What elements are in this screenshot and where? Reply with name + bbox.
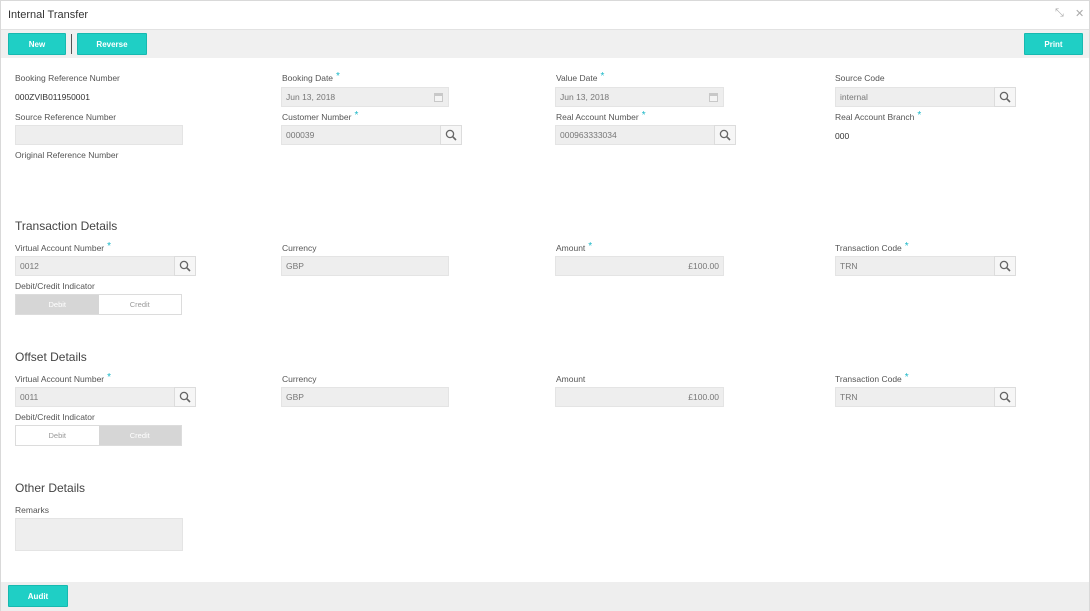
offset-credit-option[interactable]: Credit bbox=[98, 426, 181, 445]
transaction-virtual-account-value: 0012 bbox=[20, 261, 39, 271]
required-marker: * bbox=[904, 372, 909, 383]
required-marker: * bbox=[588, 241, 593, 252]
title-bar: Internal Transfer ⤡ ✕ bbox=[1, 1, 1089, 30]
reverse-button[interactable]: Reverse bbox=[77, 33, 147, 55]
calendar-icon[interactable] bbox=[709, 93, 718, 102]
transaction-amount-label: Amount * bbox=[556, 241, 593, 253]
transaction-code-label: Transaction Code * bbox=[835, 241, 909, 253]
value-date-label: Value Date * bbox=[556, 71, 605, 83]
footer-bar bbox=[1, 582, 1089, 611]
value-date-value: Jun 13, 2018 bbox=[560, 92, 610, 102]
offset-transaction-code-search-button[interactable] bbox=[994, 387, 1016, 407]
original-reference-label: Original Reference Number bbox=[15, 150, 119, 160]
transaction-indicator-label: Debit/Credit Indicator bbox=[15, 281, 95, 291]
offset-transaction-code-field[interactable]: TRN bbox=[835, 387, 995, 407]
offset-details-heading: Offset Details bbox=[15, 350, 87, 364]
close-icon[interactable]: ✕ bbox=[1075, 7, 1084, 20]
offset-virtual-account-search-button[interactable] bbox=[174, 387, 196, 407]
offset-transaction-code-value: TRN bbox=[840, 392, 858, 402]
customer-number-search-button[interactable] bbox=[440, 125, 462, 145]
offset-virtual-account-value: 0011 bbox=[20, 392, 39, 402]
calendar-icon[interactable] bbox=[434, 93, 443, 102]
search-icon bbox=[179, 391, 191, 403]
required-marker: * bbox=[641, 110, 646, 121]
required-marker: * bbox=[354, 110, 359, 121]
required-marker: * bbox=[107, 372, 112, 383]
remarks-textarea[interactable] bbox=[15, 518, 183, 551]
new-button[interactable]: New bbox=[8, 33, 66, 55]
offset-virtual-account-field[interactable]: 0011 bbox=[15, 387, 175, 407]
offset-currency-field[interactable]: GBP bbox=[281, 387, 449, 407]
customer-number-value: 000039 bbox=[286, 130, 315, 140]
booking-date-field[interactable]: Jun 13, 2018 bbox=[281, 87, 449, 107]
real-account-search-button[interactable] bbox=[714, 125, 736, 145]
transaction-virtual-account-field[interactable]: 0012 bbox=[15, 256, 175, 276]
offset-indicator-label: Debit/Credit Indicator bbox=[15, 412, 95, 422]
internal-transfer-window: Internal Transfer ⤡ ✕ New Reverse Print … bbox=[0, 0, 1090, 611]
transaction-amount-value: £100.00 bbox=[688, 261, 719, 271]
booking-date-value: Jun 13, 2018 bbox=[286, 92, 336, 102]
transaction-details-heading: Transaction Details bbox=[15, 219, 118, 233]
required-marker: * bbox=[917, 110, 922, 121]
remarks-label: Remarks bbox=[15, 505, 50, 515]
search-icon bbox=[445, 129, 457, 141]
transaction-amount-field[interactable]: £100.00 bbox=[555, 256, 724, 276]
real-account-number-field[interactable]: 000963333034 bbox=[555, 125, 715, 145]
print-button[interactable]: Print bbox=[1024, 33, 1083, 55]
transaction-debit-option[interactable]: Debit bbox=[16, 295, 99, 314]
transaction-currency-field[interactable]: GBP bbox=[281, 256, 449, 276]
source-code-value: internal bbox=[840, 92, 868, 102]
required-marker: * bbox=[336, 71, 340, 82]
source-code-label: Source Code bbox=[835, 73, 885, 83]
booking-reference-value: 000ZVIB011950001 bbox=[15, 92, 90, 102]
transaction-virtual-account-search-button[interactable] bbox=[174, 256, 196, 276]
required-marker: * bbox=[904, 241, 909, 252]
offset-transaction-code-label: Transaction Code * bbox=[835, 372, 909, 384]
required-marker: * bbox=[600, 71, 605, 82]
booking-date-label: Booking Date * bbox=[282, 71, 340, 83]
booking-reference-label: Booking Reference Number bbox=[15, 73, 120, 83]
transaction-debit-credit-toggle: Debit Credit bbox=[15, 294, 182, 315]
search-icon bbox=[999, 260, 1011, 272]
toolbar-divider bbox=[71, 34, 72, 54]
real-account-branch-label: Real Account Branch * bbox=[835, 110, 922, 122]
transaction-code-search-button[interactable] bbox=[994, 256, 1016, 276]
source-reference-label: Source Reference Number bbox=[15, 112, 117, 122]
real-account-number-value: 000963333034 bbox=[560, 130, 617, 140]
transaction-virtual-account-label: Virtual Account Number * bbox=[15, 241, 112, 253]
offset-currency-label: Currency bbox=[282, 374, 317, 384]
minimize-icon[interactable]: ⤡ bbox=[1055, 7, 1064, 20]
offset-amount-label: Amount bbox=[556, 374, 586, 384]
toolbar bbox=[1, 30, 1089, 58]
customer-number-label: Customer Number * bbox=[282, 110, 359, 122]
offset-amount-value: £100.00 bbox=[688, 392, 719, 402]
transaction-credit-option[interactable]: Credit bbox=[98, 295, 181, 314]
audit-button[interactable]: Audit bbox=[8, 585, 68, 607]
offset-virtual-account-label: Virtual Account Number * bbox=[15, 372, 112, 384]
real-account-number-label: Real Account Number * bbox=[556, 110, 646, 122]
transaction-currency-label: Currency bbox=[282, 243, 317, 253]
source-code-field[interactable]: internal bbox=[835, 87, 995, 107]
source-reference-input[interactable] bbox=[15, 125, 183, 145]
real-account-branch-value: 000 bbox=[835, 131, 850, 141]
transaction-code-value: TRN bbox=[840, 261, 858, 271]
customer-number-field[interactable]: 000039 bbox=[281, 125, 441, 145]
search-icon bbox=[179, 260, 191, 272]
offset-debit-credit-toggle: Debit Credit bbox=[15, 425, 182, 446]
offset-debit-option[interactable]: Debit bbox=[16, 426, 99, 445]
search-icon bbox=[719, 129, 731, 141]
value-date-field[interactable]: Jun 13, 2018 bbox=[555, 87, 724, 107]
other-details-heading: Other Details bbox=[15, 481, 86, 495]
source-code-search-button[interactable] bbox=[994, 87, 1016, 107]
offset-currency-value: GBP bbox=[286, 392, 304, 402]
window-title: Internal Transfer bbox=[8, 9, 89, 21]
search-icon bbox=[999, 391, 1011, 403]
offset-amount-field[interactable]: £100.00 bbox=[555, 387, 724, 407]
required-marker: * bbox=[107, 241, 112, 252]
transaction-code-field[interactable]: TRN bbox=[835, 256, 995, 276]
transaction-currency-value: GBP bbox=[286, 261, 304, 271]
search-icon bbox=[999, 91, 1011, 103]
